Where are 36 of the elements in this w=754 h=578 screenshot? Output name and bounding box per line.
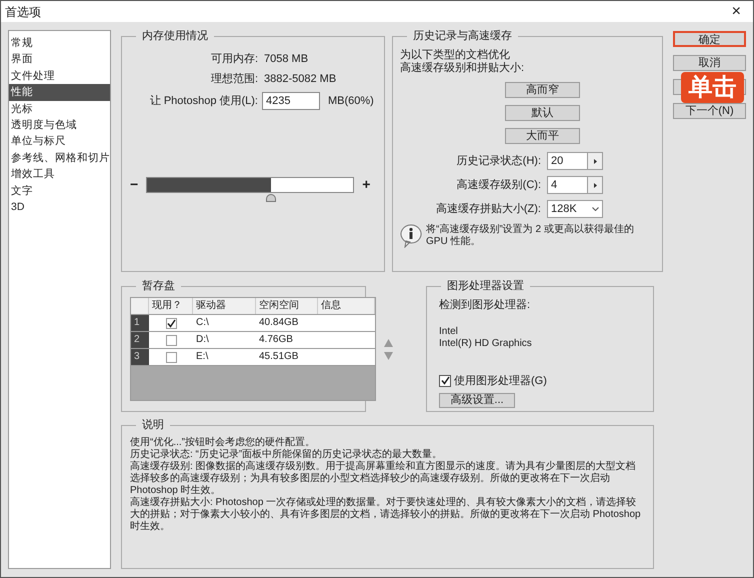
field-label: 高速缓存级别(C): — [456, 178, 541, 193]
field-value: MB(60%) — [328, 94, 374, 109]
table-cell-text: 45.51GB — [258, 350, 300, 364]
description-text: 为以下类型的文档优化 — [400, 49, 511, 62]
table-cell-text: 40.84GB — [258, 316, 300, 330]
description-text: 高速缓存拼贴大小: Photoshop 一次存储或处理的数据量。对于要快速处理的、具有较大像素大小的文档，请选择较大的拼贴；对于像素大小较小的、具有许多图层的文档，请选择较小的拼贴。所做的更改将在下一次启动 Photoshop 时生效。 — [130, 497, 642, 533]
description-text: 高速缓存级别和拼贴大小: — [400, 62, 526, 75]
table-cell-text: 4.76GB — [258, 333, 294, 347]
table-cell-text: D:\ — [195, 333, 210, 347]
checkbox-label: 使用图形处理器(G) — [454, 374, 547, 388]
group-title: 说明 — [136, 418, 170, 432]
row-number: 2 — [131, 332, 149, 348]
description-text: 高速缓存级别: 图像数据的高速缓存级别数。用于提高屏幕重绘和直方图显示的速度。请为具有少量图层的大型文档选择较多的高速缓存级别；为具有较多图层的小型文档选择较少的高速缓存级别。所做的更改将在下一次启动 Photoshop 时生效。 — [130, 461, 637, 496]
description-text: 历史记录状态: “历史记录”面板中所能保留的历史记录状态的最大数量。 — [130, 449, 444, 460]
row-number: 1 — [131, 315, 149, 331]
row-number: 3 — [131, 349, 149, 365]
group-title: 暂存盘 — [136, 279, 181, 293]
gpu-model: Intel(R) HD Graphics — [439, 338, 533, 350]
field-label: 让 Photoshop 使用(L): — [148, 94, 258, 109]
field-value: 3882-5082 MB — [264, 72, 336, 87]
group-title: 图形处理器设置 — [441, 279, 530, 293]
field-label: 高速缓存拼贴大小(Z): — [436, 202, 541, 217]
window-title: 首选项 — [5, 4, 41, 20]
table-cell-text: E:\ — [195, 350, 210, 364]
table-cell-text: C:\ — [195, 316, 210, 330]
field-label: 可用内存: — [210, 52, 258, 67]
field-label: 理想范围: — [210, 72, 258, 87]
group-title: 内存使用情况 — [136, 29, 214, 43]
description-text: 使用“优化...”按钮时会考虑您的硬件配置。 — [130, 437, 316, 448]
field-value: 7058 MB — [264, 52, 308, 67]
group-title: 历史记录与高速缓存 — [407, 29, 518, 43]
field-label: 检测到图形处理器: — [439, 298, 532, 313]
field-label: 历史记录状态(H): — [456, 154, 541, 169]
info-text: 将“高速缓存级别”设置为 2 或更高以获得最佳的 GPU 性能。 — [426, 224, 635, 248]
click-callout-tooltip: 单击 — [681, 72, 744, 103]
gpu-vendor: Intel — [439, 326, 459, 338]
